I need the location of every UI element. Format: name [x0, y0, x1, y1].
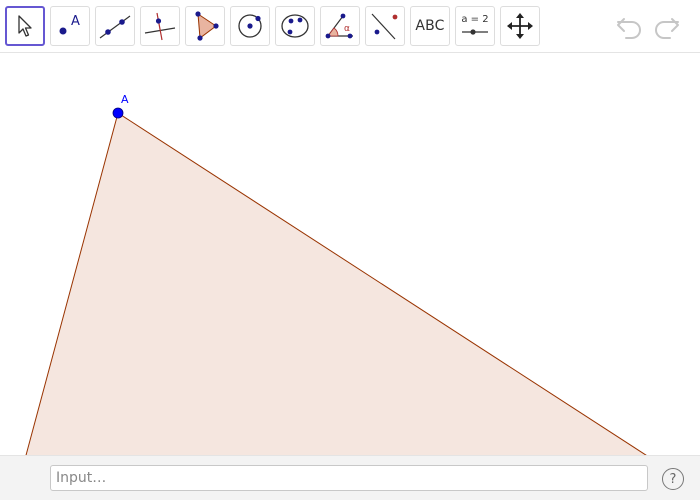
input-bar: ? — [0, 455, 700, 500]
point-a[interactable] — [112, 107, 124, 119]
triangle-polygon[interactable] — [25, 113, 652, 455]
line-tool-button[interactable] — [95, 6, 135, 46]
perpendicular-line-tool-button[interactable] — [140, 6, 180, 46]
geogebra-app: A α ABC a = 2 A Input… ? — [0, 0, 700, 500]
line-icon — [99, 15, 131, 39]
undo-icon[interactable] — [614, 12, 644, 42]
move-arrows-icon — [507, 13, 533, 39]
graphics-view-svg: A — [25, 93, 652, 455]
circle-tool-button[interactable] — [230, 6, 270, 46]
reflect-icon — [371, 13, 398, 40]
toolbar: A α ABC a = 2 — [0, 0, 700, 53]
cursor-arrow-icon — [18, 15, 32, 37]
point-icon: A — [59, 14, 80, 35]
text-tool-label: ABC — [415, 18, 445, 34]
polygon-icon — [195, 11, 219, 41]
redo-icon[interactable] — [652, 12, 682, 42]
text-tool-button[interactable]: ABC — [410, 6, 450, 46]
move-tool-button[interactable] — [5, 6, 45, 46]
ellipse-icon — [281, 14, 309, 38]
angle-tool-label: α — [344, 24, 350, 34]
help-button[interactable]: ? — [662, 468, 684, 490]
slider-tool-button[interactable]: a = 2 — [455, 6, 495, 46]
angle-icon: α — [325, 13, 353, 39]
angle-tool-button[interactable]: α — [320, 6, 360, 46]
algebra-input-field[interactable] — [50, 465, 648, 491]
point-tool-label: A — [71, 14, 80, 29]
circle-icon — [238, 14, 262, 38]
point-tool-button[interactable]: A — [50, 6, 90, 46]
slider-icon: a = 2 — [461, 14, 489, 35]
slider-tool-label: a = 2 — [461, 14, 488, 25]
polygon-tool-button[interactable] — [185, 6, 225, 46]
point-a-label: A — [121, 93, 129, 106]
reflect-tool-button[interactable] — [365, 6, 405, 46]
graphics-view[interactable]: A — [0, 54, 700, 455]
perpendicular-line-icon — [144, 12, 176, 41]
move-graphics-view-tool-button[interactable] — [500, 6, 540, 46]
conic-tool-button[interactable] — [275, 6, 315, 46]
